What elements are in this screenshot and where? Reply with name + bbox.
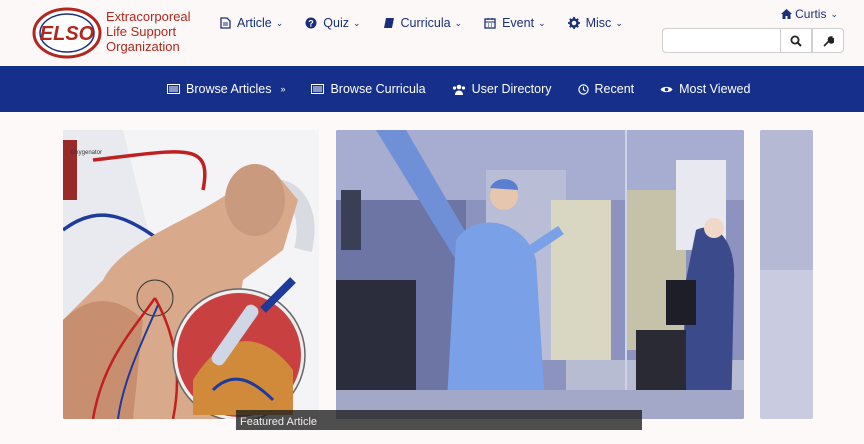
nav-most-viewed-label: Most Viewed — [679, 82, 751, 96]
chevron-down-icon: ⌄ — [538, 17, 546, 28]
nav-article[interactable]: Article ⌄ — [220, 13, 283, 33]
nav-quiz[interactable]: ? Quiz ⌄ — [305, 13, 361, 33]
nav-browse-curricula-label: Browse Curricula — [330, 82, 426, 96]
svg-text:?: ? — [309, 19, 315, 29]
slide-next-preview[interactable] — [760, 130, 813, 419]
user-name: Curtis — [795, 7, 827, 21]
nav-browse-curricula[interactable]: Browse Curricula — [311, 80, 426, 98]
main-navbar: Browse Articles » Browse Curricula User D… — [0, 66, 864, 112]
logo-text: ELSO — [40, 23, 95, 45]
users-icon — [452, 84, 465, 95]
calendar-icon — [484, 18, 496, 29]
elso-logo[interactable]: ELSO — [32, 7, 102, 59]
main-nav: Browse Articles » Browse Curricula User D… — [167, 80, 776, 98]
nav-browse-articles-label: Browse Articles — [186, 82, 272, 96]
gear-icon — [567, 17, 580, 29]
next-slide-image — [760, 130, 813, 419]
search-icon — [790, 35, 802, 47]
home-icon — [781, 9, 793, 19]
wrench-icon — [823, 35, 834, 47]
top-nav: Article ⌄ ? Quiz ⌄ Curricula ⌄ Event ⌄ Misc ⌄ — [220, 13, 645, 33]
eye-icon — [660, 86, 673, 92]
chevron-down-icon: ⌄ — [454, 17, 463, 28]
nav-event-label: Event — [502, 16, 535, 30]
clock-icon — [577, 83, 589, 95]
question-circle-icon: ? — [305, 17, 317, 29]
brand-name[interactable]: Extracorporeal Life Support Organization — [106, 9, 191, 54]
list-icon — [167, 84, 180, 94]
nav-user-directory[interactable]: User Directory — [452, 80, 552, 98]
chevron-down-icon: ⌄ — [275, 17, 284, 28]
featured-carousel: Oxygenator — [0, 112, 864, 444]
slide-operating-room-photo[interactable] — [336, 130, 744, 419]
slide-caption[interactable]: Featured Article — [236, 410, 642, 430]
chevron-down-icon: ⌄ — [352, 17, 361, 28]
nav-misc[interactable]: Misc ⌄ — [567, 13, 623, 33]
file-icon — [220, 17, 231, 29]
operating-room-photo — [336, 130, 744, 419]
search-input[interactable] — [662, 28, 781, 53]
nav-recent[interactable]: Recent — [577, 80, 635, 98]
tools-button[interactable] — [812, 28, 844, 53]
user-menu[interactable]: Curtis ⌄ — [781, 7, 838, 21]
oxygenator-label: Oxygenator — [71, 150, 102, 156]
ecmo-illustration: Oxygenator — [63, 130, 319, 419]
top-header: ELSO Extracorporeal Life Support Organiz… — [0, 0, 864, 66]
chevron-down-icon: ⌄ — [615, 17, 623, 28]
chevron-down-icon: ⌄ — [830, 8, 838, 19]
nav-curricula[interactable]: Curricula ⌄ — [383, 13, 463, 33]
slide-ecmo-illustration[interactable]: Oxygenator — [63, 130, 319, 419]
search-button[interactable] — [780, 28, 812, 53]
nav-curricula-label: Curricula — [400, 16, 451, 30]
nav-user-directory-label: User Directory — [471, 82, 552, 96]
brand-line-1: Extracorporeal — [106, 9, 191, 24]
book-icon — [383, 18, 394, 28]
nav-misc-label: Misc — [585, 16, 612, 30]
nav-recent-label: Recent — [594, 82, 635, 96]
brand-line-3: Organization — [106, 39, 180, 54]
nav-quiz-label: Quiz — [323, 16, 349, 30]
brand-line-2: Life Support — [106, 24, 177, 39]
chevron-double-down-icon: » — [280, 84, 286, 94]
nav-event[interactable]: Event ⌄ — [484, 13, 546, 33]
list-icon — [311, 84, 325, 94]
nav-browse-articles[interactable]: Browse Articles » — [167, 80, 285, 98]
nav-article-label: Article — [237, 16, 272, 30]
nav-most-viewed[interactable]: Most Viewed — [660, 80, 750, 98]
